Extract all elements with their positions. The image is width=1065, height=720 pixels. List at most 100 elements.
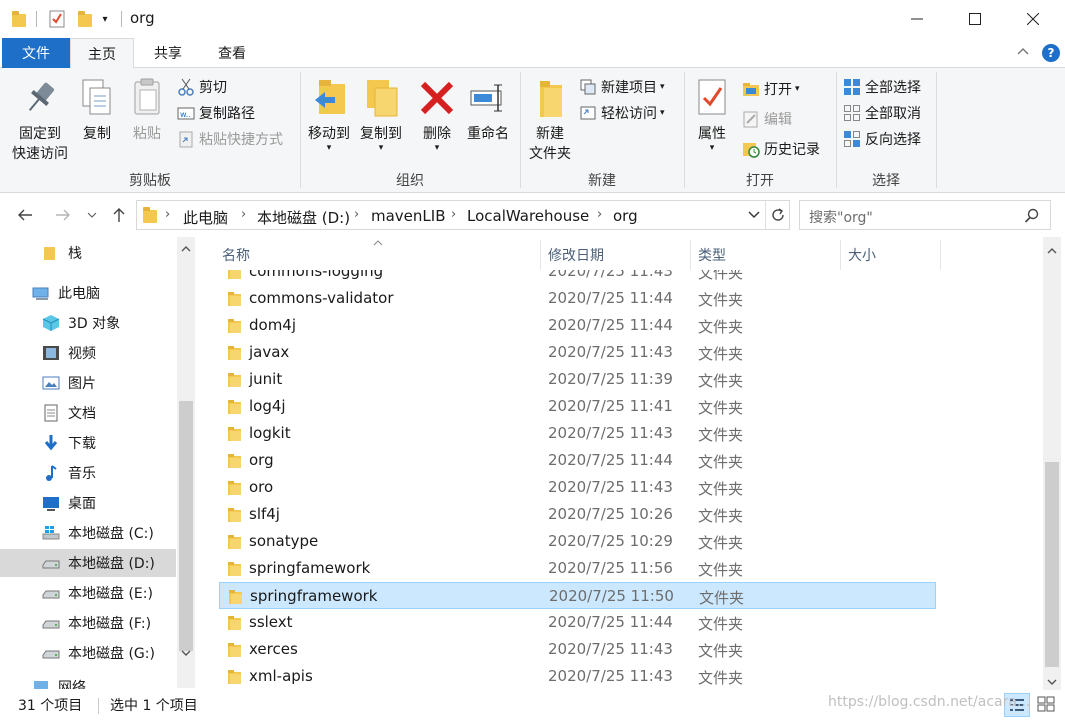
file-row[interactable]: commons-logging 2020/7/25 11:43 文件夹 [219,270,936,285]
column-date-modified[interactable]: 修改日期 [548,245,604,265]
nav-item-downloads[interactable]: 下载 [0,429,176,457]
file-row[interactable]: slf4j 2020/7/25 10:26 文件夹 [219,501,936,528]
file-row[interactable]: xerces 2020/7/25 11:43 文件夹 [219,636,936,663]
nav-item-this-pc[interactable]: 此电脑 [0,279,176,307]
nav-item-pictures[interactable]: 图片 [0,369,176,397]
file-date: 2020/7/25 11:44 [548,613,673,631]
forward-button[interactable] [52,203,74,227]
file-row[interactable]: org 2020/7/25 11:44 文件夹 [219,447,936,474]
nav-item-drive-f[interactable]: 本地磁盘 (F:) [0,609,176,637]
tab-file[interactable]: 文件 [2,38,70,68]
scroll-up-icon[interactable] [1047,243,1057,259]
customize-quick-access-icon[interactable]: ▾ [98,10,112,28]
new-item-button[interactable]: 新建项目 ▾ [579,76,665,98]
file-type: 文件夹 [698,453,744,471]
select-all-button[interactable]: 全部选择 [843,76,921,98]
copy-path-button[interactable]: w.. 复制路径 [177,102,255,124]
minimize-button[interactable] [888,0,946,38]
cut-button[interactable]: 剪切 [177,76,227,98]
delete-button[interactable]: 删除 ▾ [416,74,458,153]
easy-access-button[interactable]: 轻松访问 ▾ [579,102,665,124]
up-button[interactable] [108,203,130,227]
file-list-scrollbar[interactable] [1043,237,1061,690]
help-icon[interactable]: ? [1042,44,1060,62]
search-icon[interactable] [1024,208,1040,228]
edit-button[interactable]: 编辑 [742,108,792,130]
nav-item-network[interactable]: 网络 [0,677,176,689]
breadcrumb-separator[interactable]: › [597,207,602,222]
nav-pane-scrollbar[interactable] [177,237,195,688]
refresh-icon[interactable] [770,207,786,227]
properties-checkmark-icon[interactable] [48,10,66,28]
file-row[interactable]: xml-apis 2020/7/25 11:43 文件夹 [219,663,936,690]
nav-item-drive-d[interactable]: 本地磁盘 (D:) [0,549,176,577]
nav-pane-scroll-thumb[interactable] [179,401,193,651]
search-box[interactable]: 搜索"org" [799,200,1051,230]
breadcrumb-separator[interactable]: › [354,207,359,222]
column-type[interactable]: 类型 [698,245,726,265]
history-button[interactable]: 历史记录 [742,138,820,160]
properties-button[interactable]: 属性 ▾ [690,74,734,153]
nav-item-drive-g[interactable]: 本地磁盘 (G:) [0,639,176,667]
nav-item-documents[interactable]: 文档 [0,399,176,427]
breadcrumb-localwarehouse[interactable]: LocalWarehouse [467,207,589,225]
copy-button[interactable]: 复制 [76,74,118,144]
paste-shortcut-button[interactable]: 粘贴快捷方式 [177,128,283,150]
breadcrumb-this-pc[interactable]: 此电脑 [183,207,228,228]
select-none-button[interactable]: 全部取消 [843,102,921,124]
close-button[interactable] [1004,0,1062,38]
breadcrumb-separator[interactable]: › [165,207,170,222]
invert-selection-button[interactable]: 反向选择 [843,128,921,150]
file-row[interactable]: sonatype 2020/7/25 10:29 文件夹 [219,528,936,555]
nav-item-music[interactable]: 音乐 [0,459,176,487]
column-name[interactable]: 名称 [222,245,250,265]
collapse-ribbon-icon[interactable] [1016,44,1030,62]
maximize-button[interactable] [946,0,1004,38]
file-row[interactable]: junit 2020/7/25 11:39 文件夹 [219,366,936,393]
file-date: 2020/7/25 11:41 [548,397,673,415]
back-button[interactable] [14,203,36,227]
nav-item-desktop[interactable]: 桌面 [0,489,176,517]
file-row[interactable]: dom4j 2020/7/25 11:44 文件夹 [219,312,936,339]
file-list-scroll-thumb[interactable] [1045,462,1059,667]
tab-view[interactable]: 查看 [200,38,264,68]
file-row[interactable]: springfamework 2020/7/25 11:56 文件夹 [219,555,936,582]
nav-item-drive-c[interactable]: 本地磁盘 (C:) [0,519,176,547]
file-row[interactable]: commons-validator 2020/7/25 11:44 文件夹 [219,285,936,312]
nav-item-3d-objects[interactable]: 3D 对象 [0,309,176,337]
open-button[interactable]: 打开 ▾ [742,78,800,100]
scroll-down-icon[interactable] [181,645,191,661]
tab-share[interactable]: 共享 [136,38,200,68]
move-to-button[interactable]: 移动到 ▾ [304,74,354,153]
breadcrumb-org[interactable]: org [613,207,638,225]
scroll-down-icon[interactable] [1047,674,1057,690]
nav-item-drive-e[interactable]: 本地磁盘 (E:) [0,579,176,607]
breadcrumb-separator[interactable]: › [451,207,456,222]
tab-home[interactable]: 主页 [70,38,134,69]
file-row[interactable]: sslext 2020/7/25 11:44 文件夹 [219,609,936,636]
file-row[interactable]: javax 2020/7/25 11:43 文件夹 [219,339,936,366]
scroll-up-icon[interactable] [181,241,191,257]
breadcrumb-drive-d[interactable]: 本地磁盘 (D:) [257,207,350,228]
column-size[interactable]: 大小 [848,245,876,265]
file-row[interactable]: oro 2020/7/25 11:43 文件夹 [219,474,936,501]
folder-icon [227,642,243,661]
paste-button[interactable]: 粘贴 [126,74,168,144]
file-row[interactable]: logkit 2020/7/25 11:43 文件夹 [219,420,936,447]
rename-button[interactable]: 重命名 [462,74,514,144]
file-row[interactable]: log4j 2020/7/25 11:41 文件夹 [219,393,936,420]
address-bar[interactable]: › 此电脑 › 本地磁盘 (D:) › mavenLIB › LocalWare… [136,200,790,230]
new-folder-button[interactable]: 新建 文件夹 [524,74,576,164]
nav-item-videos[interactable]: 视频 [0,339,176,367]
breadcrumb-mavenlib[interactable]: mavenLIB [371,207,446,225]
move-to-label: 移动到 [308,126,350,142]
copy-to-button[interactable]: 复制到 ▾ [356,74,406,153]
file-row[interactable]: springframework 2020/7/25 11:50 文件夹 [219,582,936,609]
nav-item-stack[interactable]: 栈 [0,239,176,267]
pin-to-quick-access-button[interactable]: 固定到 快速访问 [4,74,76,164]
breadcrumb-separator[interactable]: › [241,207,246,222]
recent-locations-button[interactable] [84,203,100,227]
new-folder-icon[interactable] [76,10,94,28]
address-history-chevron-icon[interactable] [747,209,761,225]
large-icons-view-button[interactable] [1034,693,1060,717]
